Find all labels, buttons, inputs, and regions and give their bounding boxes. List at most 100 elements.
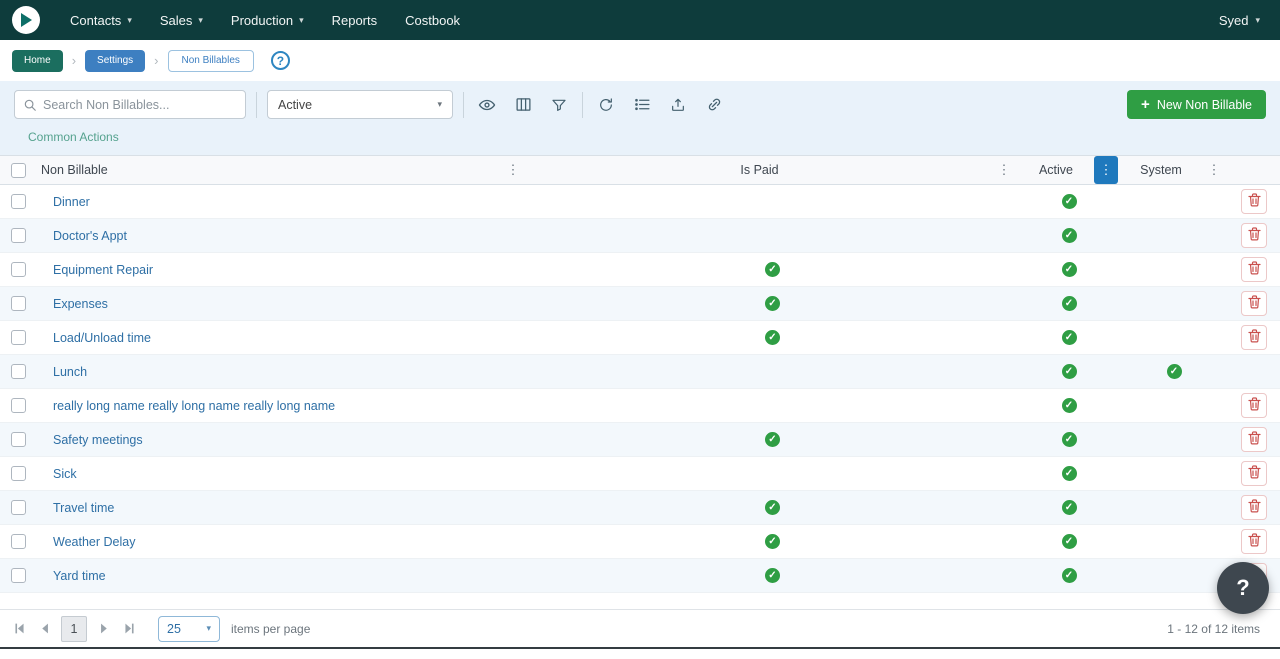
delete-row-button[interactable] (1241, 257, 1267, 282)
brand-logo-icon[interactable] (12, 6, 40, 34)
nav-item-costbook[interactable]: Costbook (405, 13, 460, 28)
active-check-icon (1062, 534, 1077, 549)
active-check-icon (1062, 398, 1077, 413)
row-select-cell (0, 491, 36, 524)
export-button[interactable] (665, 92, 691, 118)
row-name-link[interactable]: Doctor's Appt (53, 229, 127, 243)
row-active-cell (1018, 457, 1120, 490)
row-name-link[interactable]: Sick (53, 467, 77, 481)
nav-item-contacts[interactable]: Contacts (70, 13, 132, 28)
row-action-cell (1228, 287, 1280, 320)
column-menu-button-active[interactable] (1094, 156, 1118, 184)
column-header-is-paid: Is Paid (527, 156, 1018, 184)
row-name-link[interactable]: Safety meetings (53, 433, 143, 447)
page-size-dropdown[interactable]: 25 (158, 616, 220, 642)
column-menu-button[interactable] (1202, 156, 1226, 184)
delete-row-button[interactable] (1241, 393, 1267, 418)
row-checkbox[interactable] (11, 466, 26, 481)
trash-icon (1248, 431, 1261, 448)
common-actions-link[interactable]: Common Actions (28, 130, 119, 144)
last-page-button[interactable] (116, 616, 142, 642)
row-checkbox[interactable] (11, 398, 26, 413)
refresh-button[interactable] (593, 92, 619, 118)
row-name-link[interactable]: Expenses (53, 297, 108, 311)
link-icon (706, 96, 723, 113)
row-checkbox[interactable] (11, 228, 26, 243)
active-check-icon (1062, 432, 1077, 447)
row-checkbox[interactable] (11, 364, 26, 379)
search-input[interactable] (43, 98, 237, 112)
new-non-billable-button[interactable]: New Non Billable (1127, 90, 1266, 119)
trash-icon (1248, 295, 1261, 312)
table-row: Equipment Repair (0, 253, 1280, 287)
prev-icon (39, 622, 52, 635)
help-fab-button[interactable]: ? (1217, 562, 1269, 614)
trash-icon (1248, 227, 1261, 244)
breadcrumb-home-button[interactable]: Home (12, 50, 63, 72)
column-label: Active (1018, 163, 1094, 177)
row-checkbox[interactable] (11, 534, 26, 549)
page-number-button[interactable]: 1 (61, 616, 87, 642)
row-name-link[interactable]: Load/Unload time (53, 331, 151, 345)
row-select-cell (0, 321, 36, 354)
row-active-cell (1018, 219, 1120, 252)
prev-page-button[interactable] (32, 616, 58, 642)
active-check-icon (1062, 262, 1077, 277)
row-checkbox[interactable] (11, 262, 26, 277)
delete-row-button[interactable] (1241, 427, 1267, 452)
row-name-link[interactable]: Travel time (53, 501, 114, 515)
row-name-link[interactable]: Weather Delay (53, 535, 135, 549)
delete-row-button[interactable] (1241, 291, 1267, 316)
row-action-cell (1228, 525, 1280, 558)
row-name-link[interactable]: Yard time (53, 569, 106, 583)
breadcrumb-settings-button[interactable]: Settings (85, 50, 145, 72)
row-checkbox[interactable] (11, 500, 26, 515)
row-select-cell (0, 559, 36, 592)
row-checkbox[interactable] (11, 330, 26, 345)
filter-button[interactable] (546, 92, 572, 118)
row-name-link[interactable]: Dinner (53, 195, 90, 209)
nav-item-label: Reports (332, 13, 378, 28)
visibility-button[interactable] (474, 92, 500, 118)
row-checkbox[interactable] (11, 194, 26, 209)
items-per-page-label: items per page (231, 622, 310, 636)
column-chooser-button[interactable] (510, 92, 536, 118)
user-menu[interactable]: Syed (1219, 13, 1260, 28)
row-checkbox[interactable] (11, 432, 26, 447)
next-icon (97, 622, 110, 635)
row-system-cell (1120, 491, 1228, 524)
delete-row-button[interactable] (1241, 325, 1267, 350)
row-name-link[interactable]: Equipment Repair (53, 263, 153, 277)
link-button[interactable] (701, 92, 727, 118)
nav-item-reports[interactable]: Reports (332, 13, 378, 28)
column-menu-button[interactable] (992, 156, 1016, 184)
nav-item-production[interactable]: Production (231, 13, 304, 28)
delete-row-button[interactable] (1241, 189, 1267, 214)
delete-row-button[interactable] (1241, 495, 1267, 520)
trash-icon (1248, 533, 1261, 550)
page-help-icon[interactable]: ? (271, 51, 290, 70)
row-name-link[interactable]: really long name really long name really… (53, 399, 335, 413)
delete-row-button[interactable] (1241, 223, 1267, 248)
row-system-cell (1120, 321, 1228, 354)
row-is-paid-cell (527, 423, 1018, 456)
active-check-icon (1062, 228, 1077, 243)
first-page-button[interactable] (6, 616, 32, 642)
select-all-checkbox[interactable] (11, 163, 26, 178)
row-name-link[interactable]: Lunch (53, 365, 87, 379)
status-filter-dropdown[interactable]: Active (267, 90, 453, 119)
row-checkbox[interactable] (11, 296, 26, 311)
list-view-button[interactable] (629, 92, 655, 118)
breadcrumb-separator (72, 53, 76, 68)
column-header-system: System (1120, 156, 1228, 184)
nav-item-sales[interactable]: Sales (160, 13, 203, 28)
next-page-button[interactable] (90, 616, 116, 642)
column-menu-button[interactable] (501, 156, 525, 184)
delete-row-button[interactable] (1241, 461, 1267, 486)
nav-item-label: Contacts (70, 13, 121, 28)
row-select-cell (0, 355, 36, 388)
row-action-cell (1228, 457, 1280, 490)
row-checkbox[interactable] (11, 568, 26, 583)
delete-row-button[interactable] (1241, 529, 1267, 554)
row-is-paid-cell (527, 287, 1018, 320)
